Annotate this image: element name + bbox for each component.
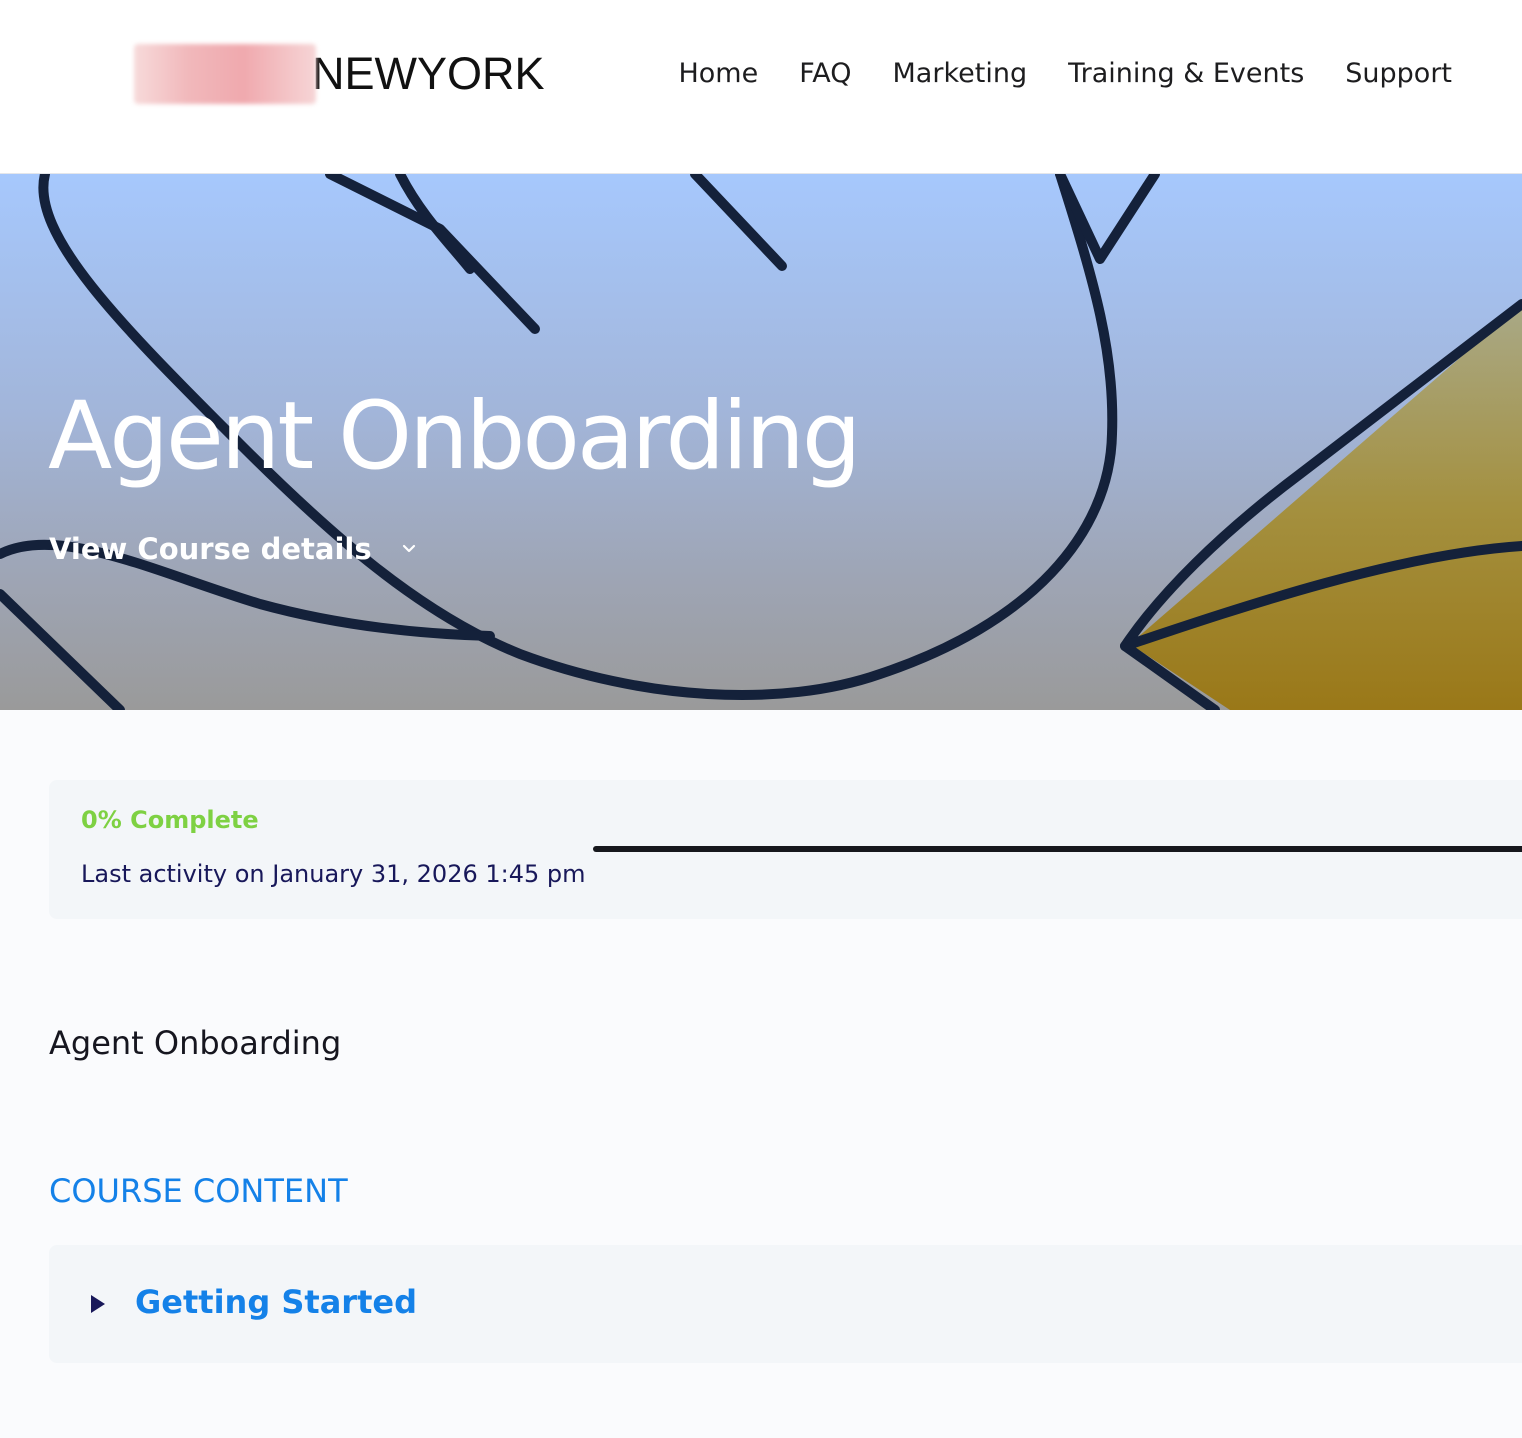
nav-support[interactable]: Support	[1345, 52, 1452, 96]
logo-text: NEWYORK	[312, 48, 545, 99]
course-title: Agent Onboarding	[48, 382, 861, 491]
triangle-right-icon[interactable]	[89, 1293, 107, 1315]
course-section[interactable]: Getting Started	[49, 1245, 1522, 1363]
site-header: NEWYORK Home FAQ Marketing Training & Ev…	[0, 0, 1522, 174]
course-heading: Agent Onboarding	[49, 1024, 342, 1062]
view-course-details-label: View Course details	[49, 532, 372, 566]
site-logo[interactable]: NEWYORK	[134, 44, 545, 104]
course-content-label: COURSE CONTENT	[49, 1172, 348, 1210]
nav-faq[interactable]: FAQ	[799, 52, 851, 96]
logo-blurred-mark	[134, 44, 316, 104]
nav-home[interactable]: Home	[678, 52, 758, 96]
progress-percent: 0% Complete	[81, 806, 259, 834]
course-hero: Agent Onboarding View Course details	[0, 174, 1522, 710]
progress-card: 0% Complete Last activity on January 31,…	[49, 780, 1522, 919]
nav-training-events[interactable]: Training & Events	[1068, 52, 1304, 96]
section-title-getting-started[interactable]: Getting Started	[135, 1283, 417, 1321]
last-activity: Last activity on January 31, 2026 1:45 p…	[81, 860, 586, 888]
nav-marketing[interactable]: Marketing	[893, 52, 1028, 96]
chevron-down-icon	[402, 544, 415, 553]
progress-bar	[593, 846, 1522, 852]
view-course-details-toggle[interactable]: View Course details	[49, 532, 418, 566]
main-nav: Home FAQ Marketing Training & Events Sup…	[678, 52, 1452, 96]
